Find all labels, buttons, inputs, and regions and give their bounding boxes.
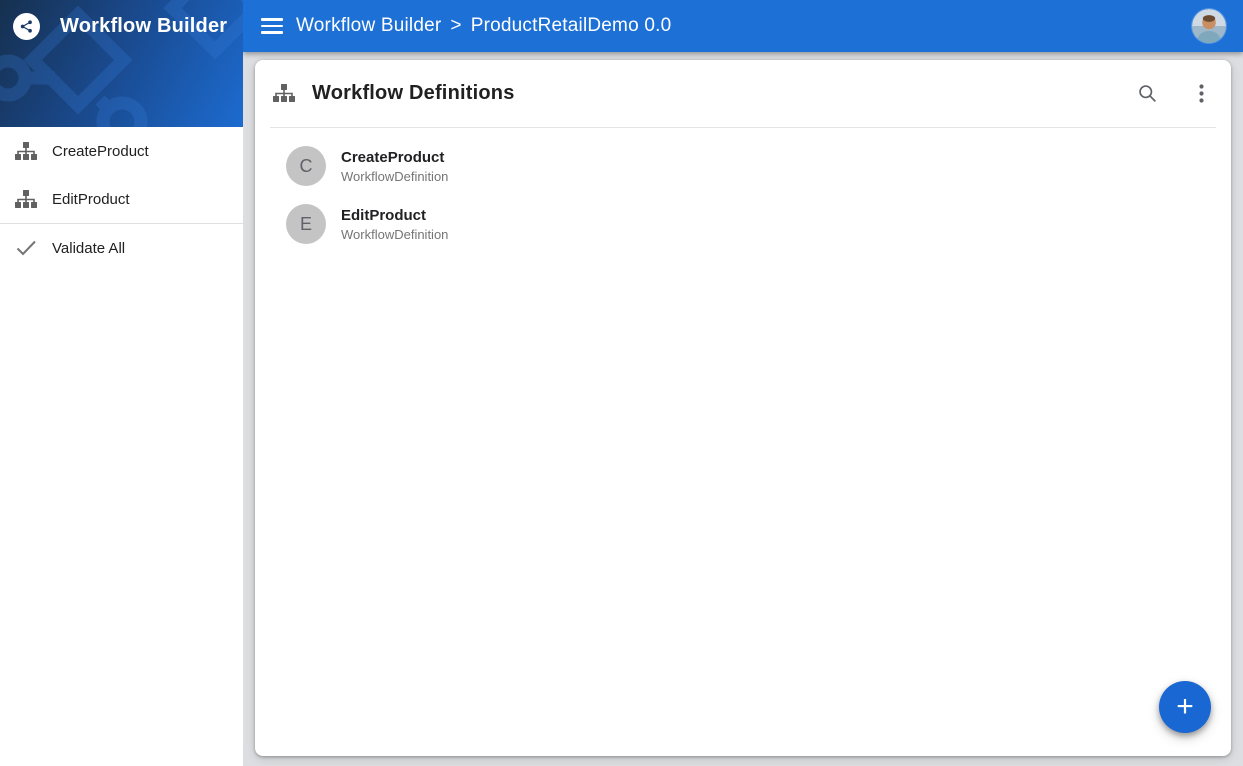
list-item-title: EditProduct xyxy=(341,207,448,224)
sidebar-item-createproduct[interactable]: CreateProduct xyxy=(0,127,243,175)
sidebar-brand-header: Workflow Builder xyxy=(0,0,243,127)
letter-avatar: C xyxy=(286,146,326,186)
list-item-text: CreateProduct WorkflowDefinition xyxy=(341,149,448,184)
kebab-menu-icon[interactable] xyxy=(1189,82,1213,106)
user-avatar-image xyxy=(1192,9,1226,43)
list-item-createproduct[interactable]: C CreateProduct WorkflowDefinition xyxy=(255,137,1231,195)
sidebar-item-label: EditProduct xyxy=(52,191,130,208)
workflow-definition-list: C CreateProduct WorkflowDefinition E Edi… xyxy=(255,128,1231,253)
letter-avatar: E xyxy=(286,204,326,244)
hamburger-menu-icon[interactable] xyxy=(261,18,283,34)
breadcrumb-separator: > xyxy=(450,15,461,37)
sidebar-item-validate-all[interactable]: Validate All xyxy=(0,224,243,272)
page-title: Workflow Definitions xyxy=(312,82,1135,105)
breadcrumb-root[interactable]: Workflow Builder xyxy=(296,15,441,37)
list-item-subtitle: WorkflowDefinition xyxy=(341,227,448,242)
sidebar-item-label: CreateProduct xyxy=(52,143,149,160)
list-item-editproduct[interactable]: E EditProduct WorkflowDefinition xyxy=(255,195,1231,253)
header-actions xyxy=(1135,82,1213,106)
breadcrumb-current: ProductRetailDemo 0.0 xyxy=(471,15,672,37)
sidebar-item-editproduct[interactable]: EditProduct xyxy=(0,175,243,223)
list-item-text: EditProduct WorkflowDefinition xyxy=(341,207,448,242)
check-icon xyxy=(14,236,38,260)
breadcrumb: Workflow Builder > ProductRetailDemo 0.0 xyxy=(296,15,671,37)
card-header: Workflow Definitions xyxy=(255,60,1231,127)
list-item-title: CreateProduct xyxy=(341,149,448,166)
user-avatar[interactable] xyxy=(1192,9,1226,43)
app-title: Workflow Builder xyxy=(60,15,227,38)
workflow-sitemap-icon xyxy=(272,82,296,106)
share-network-icon xyxy=(18,18,35,35)
workflow-sitemap-icon xyxy=(14,139,38,163)
brand-row: Workflow Builder xyxy=(0,0,243,52)
workflow-definitions-card: Workflow Definitions xyxy=(255,60,1231,756)
app-logo xyxy=(13,13,40,40)
sidebar-nav: CreateProduct EditProduct xyxy=(0,127,243,272)
sidebar-item-label: Validate All xyxy=(52,240,125,257)
add-workflow-fab[interactable]: + xyxy=(1159,681,1211,733)
list-item-subtitle: WorkflowDefinition xyxy=(341,169,448,184)
top-app-bar: Workflow Builder > ProductRetailDemo 0.0 xyxy=(243,0,1243,52)
main-content: Workflow Definitions xyxy=(243,52,1243,766)
workflow-sitemap-icon xyxy=(14,187,38,211)
search-icon[interactable] xyxy=(1135,82,1159,106)
sidebar: Workflow Builder CreateProduct xyxy=(0,0,243,766)
